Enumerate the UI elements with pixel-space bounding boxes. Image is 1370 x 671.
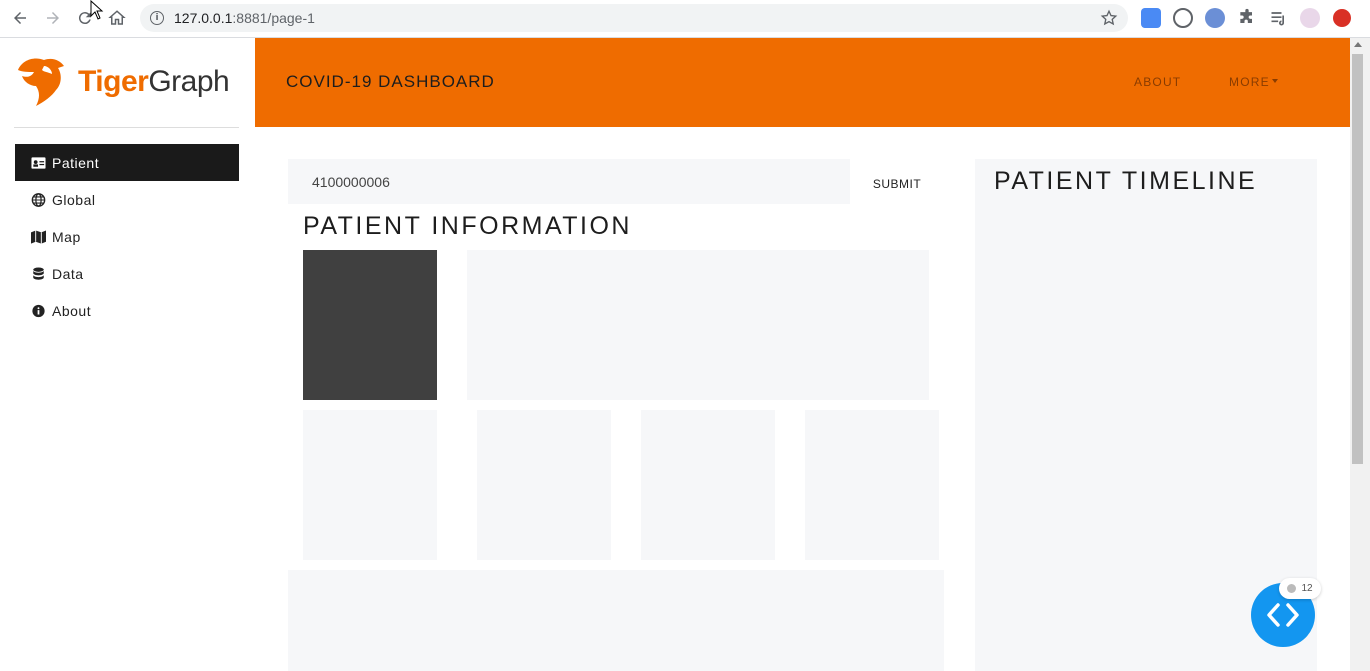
- stat-card: [477, 410, 611, 560]
- browser-toolbar: i 127.0.0.1:8881/page-1: [0, 0, 1370, 38]
- address-bar[interactable]: i 127.0.0.1:8881/page-1: [140, 4, 1128, 32]
- patient-graph-card: [288, 570, 944, 671]
- sidebar-item-label: Patient: [52, 154, 100, 171]
- patient-id-input[interactable]: [288, 159, 850, 204]
- patient-timeline-title: PATIENT TIMELINE: [994, 167, 1258, 195]
- caret-down-icon: [1271, 79, 1278, 84]
- submit-button[interactable]: SUBMIT: [860, 172, 934, 196]
- puzzle-extensions-icon[interactable]: [1237, 8, 1257, 28]
- sidebar-item-global[interactable]: Global: [15, 181, 239, 218]
- brand-name: TigerGraph: [78, 65, 230, 98]
- reading-list-icon[interactable]: [1269, 8, 1289, 28]
- callback-count-badge[interactable]: 12: [1279, 578, 1321, 599]
- mouse-cursor-icon: [90, 0, 104, 20]
- sidebar: TigerGraph Patient Global Map Data About: [0, 38, 255, 671]
- database-icon: [31, 266, 46, 281]
- sidebar-item-label: Map: [52, 228, 81, 245]
- nav-about-link[interactable]: ABOUT: [1134, 75, 1181, 89]
- sidebar-item-label: About: [52, 302, 92, 319]
- sidebar-item-label: Data: [52, 265, 84, 282]
- patient-details-card: [467, 250, 929, 400]
- status-dot-icon: [1287, 584, 1297, 593]
- map-icon: [31, 229, 46, 244]
- globe-icon: [31, 192, 46, 207]
- sidebar-item-map[interactable]: Map: [15, 218, 239, 255]
- home-icon[interactable]: [105, 6, 129, 30]
- page-scrollbar[interactable]: [1350, 38, 1370, 671]
- url-text: 127.0.0.1:8881/page-1: [174, 10, 315, 26]
- sidebar-item-about[interactable]: About: [15, 292, 239, 329]
- patient-information-title: PATIENT INFORMATION: [303, 212, 632, 240]
- sidebar-item-label: Global: [52, 191, 96, 208]
- badge-count: 12: [1301, 583, 1313, 594]
- sidebar-item-patient[interactable]: Patient: [15, 144, 239, 181]
- nav-more-dropdown[interactable]: MORE: [1229, 75, 1278, 89]
- tigergraph-logo[interactable]: TigerGraph: [14, 56, 240, 108]
- back-icon[interactable]: [8, 6, 32, 30]
- scroll-up-icon[interactable]: [1354, 42, 1362, 47]
- profile-avatar[interactable]: [1300, 8, 1320, 28]
- stat-card: [641, 410, 775, 560]
- bookmark-star-icon[interactable]: [1100, 9, 1118, 27]
- translate-extension-icon[interactable]: [1141, 8, 1161, 28]
- sidebar-divider: [14, 127, 239, 128]
- header-bar: COVID-19 DASHBOARD ABOUT MORE: [255, 38, 1350, 127]
- sidebar-menu: Patient Global Map Data About: [15, 144, 239, 329]
- shield-extension-icon[interactable]: [1205, 8, 1225, 28]
- recycle-extension-icon[interactable]: [1173, 8, 1193, 28]
- stat-card: [805, 410, 939, 560]
- tiger-logo-icon: [18, 58, 64, 106]
- page-title: COVID-19 DASHBOARD: [286, 72, 495, 91]
- info-circle-icon: [31, 304, 46, 318]
- id-card-icon: [31, 156, 46, 170]
- update-icon[interactable]: [1333, 9, 1351, 27]
- forward-icon[interactable]: [41, 6, 65, 30]
- scrollbar-thumb[interactable]: [1352, 54, 1363, 464]
- stat-card: [303, 410, 437, 560]
- patient-photo: [303, 250, 437, 400]
- sidebar-item-data[interactable]: Data: [15, 255, 239, 292]
- info-icon[interactable]: i: [150, 11, 164, 25]
- code-brackets-icon: [1267, 603, 1299, 627]
